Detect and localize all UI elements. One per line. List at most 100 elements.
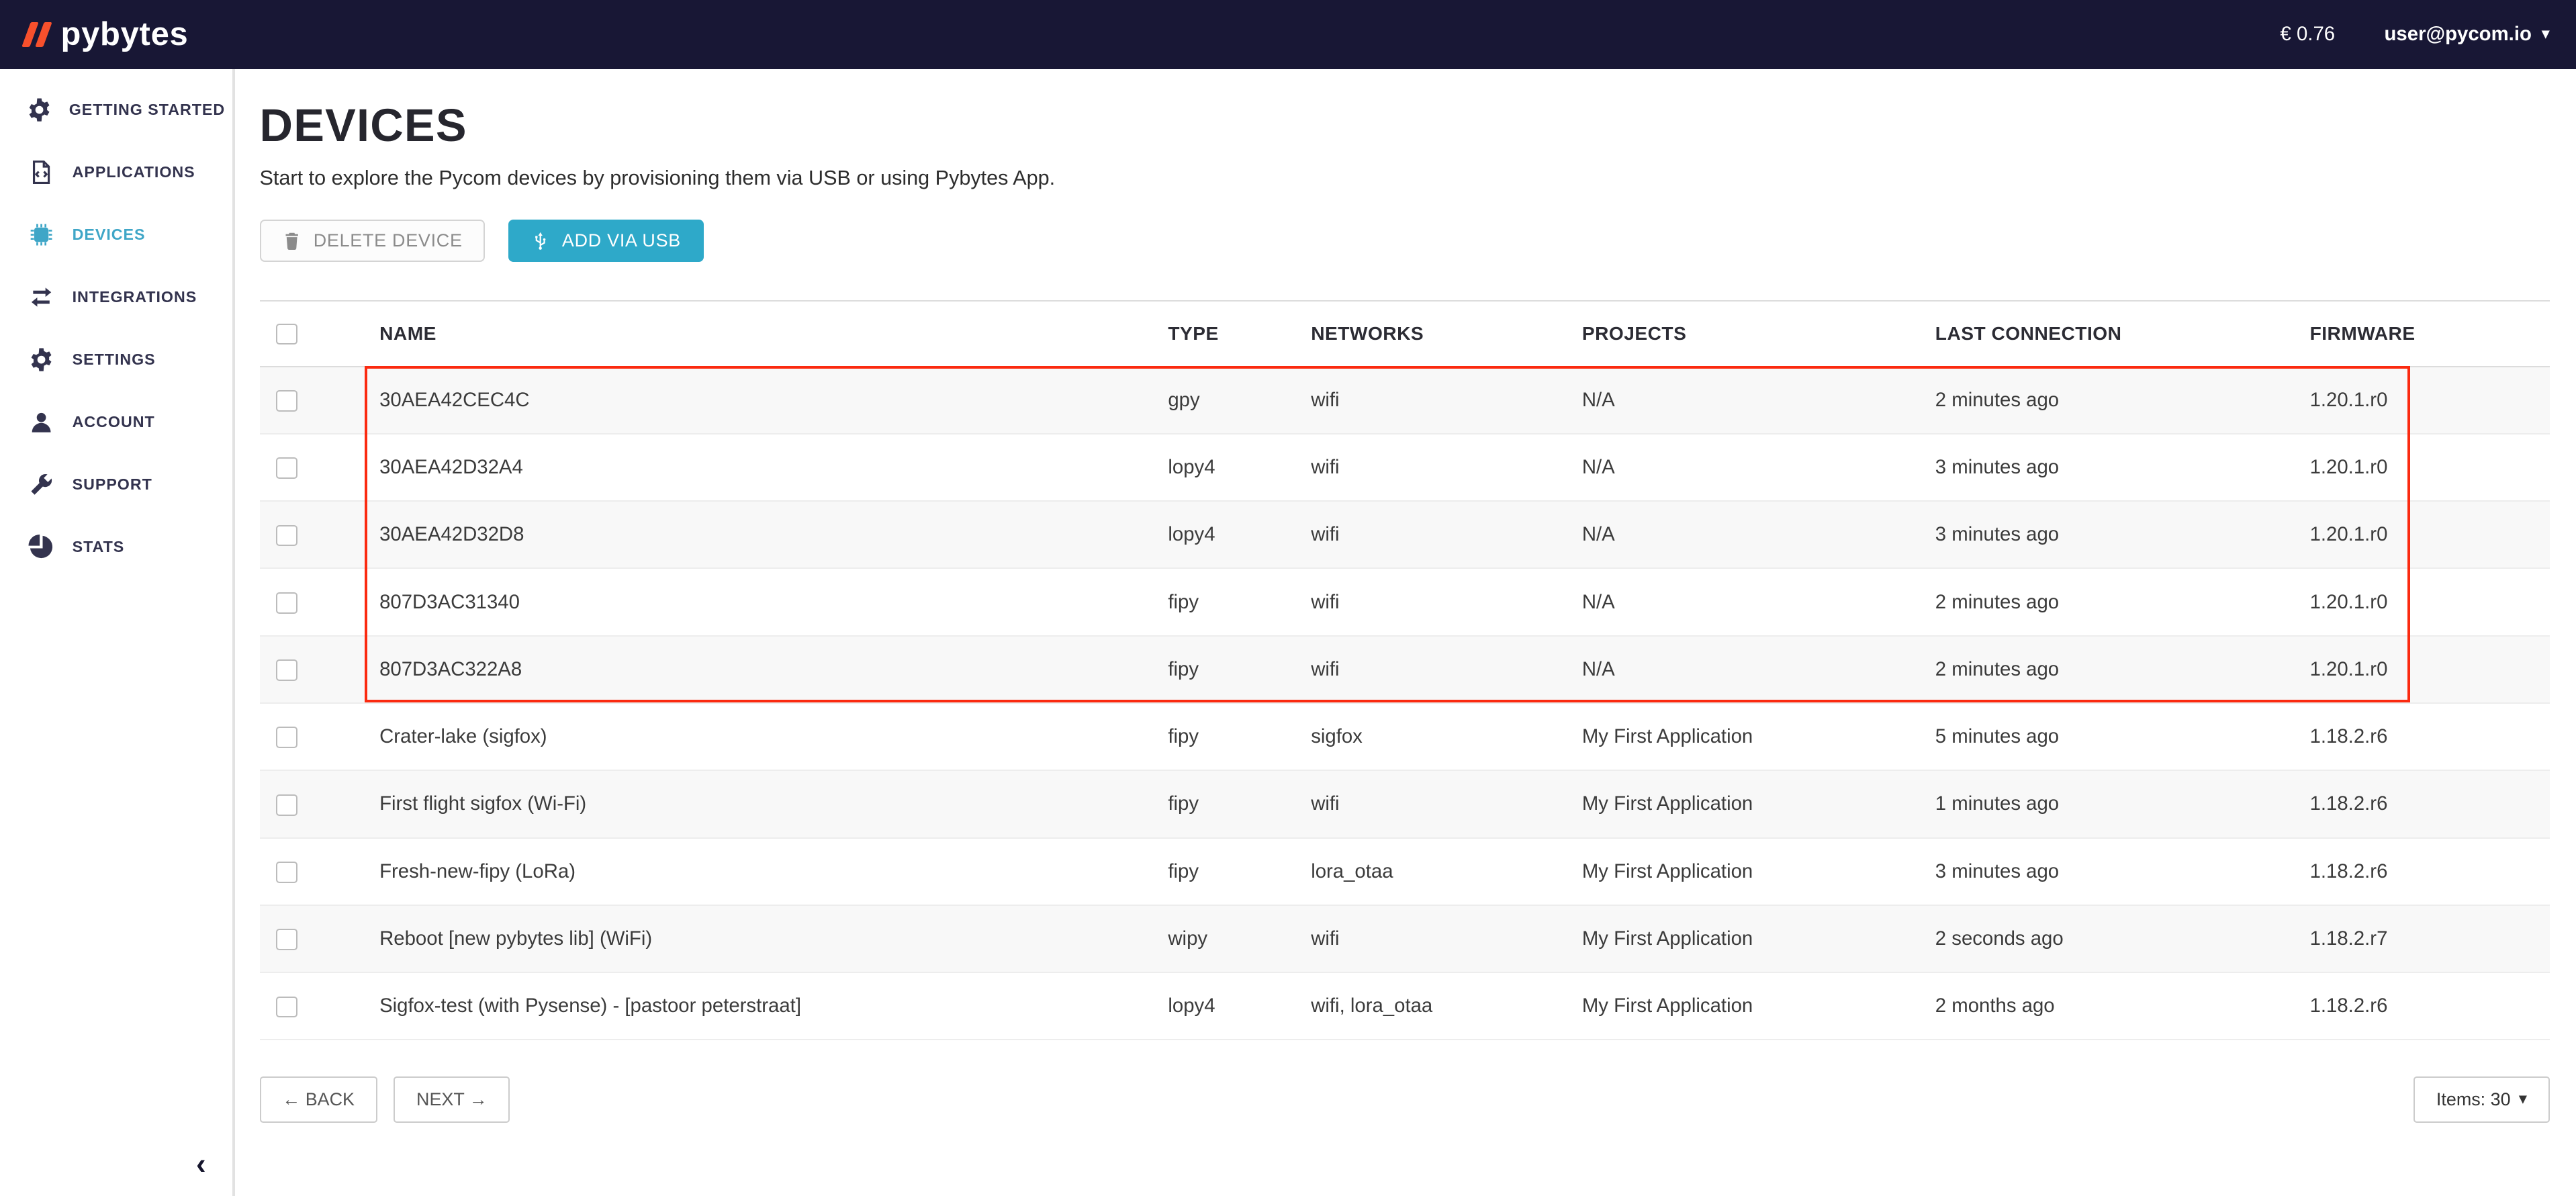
- cog-icon: [26, 97, 52, 123]
- row-checkbox[interactable]: [276, 794, 297, 816]
- device-networks: wifi: [1298, 905, 1569, 972]
- device-firmware: 1.18.2.r6: [2297, 703, 2550, 770]
- device-last-connection: 1 minutes ago: [1922, 770, 2297, 837]
- device-projects: N/A: [1569, 434, 1922, 501]
- sidebar-item-getting-started[interactable]: GETTING STARTED: [0, 79, 232, 141]
- device-firmware: 1.20.1.r0: [2297, 501, 2550, 568]
- device-type: lopy4: [1155, 972, 1298, 1040]
- table-row[interactable]: Crater-lake (sigfox) fipy sigfox My Firs…: [260, 703, 2550, 770]
- row-checkbox[interactable]: [276, 862, 297, 883]
- sidebar-nav: GETTING STARTED APPLICATIONS DEVICES INT…: [0, 79, 232, 578]
- device-firmware: 1.20.1.r0: [2297, 568, 2550, 635]
- sidebar-item-stats[interactable]: STATS: [0, 516, 232, 578]
- pie-chart-icon: [26, 534, 56, 560]
- toolbar: DELETE DEVICE ADD VIA USB: [260, 220, 2550, 263]
- table-row[interactable]: 807D3AC31340 fipy wifi N/A 2 minutes ago…: [260, 568, 2550, 635]
- device-projects: N/A: [1569, 501, 1922, 568]
- delete-device-button[interactable]: DELETE DEVICE: [260, 220, 486, 263]
- device-type: wipy: [1155, 905, 1298, 972]
- device-type: lopy4: [1155, 501, 1298, 568]
- sidebar-collapse-icon[interactable]: ‹: [196, 1150, 206, 1179]
- column-header-last-connection: LAST CONNECTION: [1922, 301, 2297, 367]
- table-row[interactable]: 30AEA42CEC4C gpy wifi N/A 2 minutes ago …: [260, 367, 2550, 434]
- column-header-name: NAME: [367, 301, 1155, 367]
- sidebar-item-account[interactable]: ACCOUNT: [0, 391, 232, 453]
- device-projects: My First Application: [1569, 703, 1922, 770]
- device-networks: wifi: [1298, 367, 1569, 434]
- table-row[interactable]: 30AEA42D32D8 lopy4 wifi N/A 3 minutes ag…: [260, 501, 2550, 568]
- back-button[interactable]: ← BACK: [260, 1076, 377, 1122]
- device-last-connection: 3 minutes ago: [1922, 501, 2297, 568]
- row-checkbox[interactable]: [276, 659, 297, 681]
- device-firmware: 1.18.2.r7: [2297, 905, 2550, 972]
- column-header-networks: NETWORKS: [1298, 301, 1569, 367]
- table-row[interactable]: Reboot [new pybytes lib] (WiFi) wipy wif…: [260, 905, 2550, 972]
- user-icon: [26, 409, 56, 435]
- row-checkbox[interactable]: [276, 592, 297, 614]
- device-firmware: 1.20.1.r0: [2297, 636, 2550, 703]
- device-networks: wifi: [1298, 568, 1569, 635]
- row-checkbox[interactable]: [276, 390, 297, 412]
- device-last-connection: 2 minutes ago: [1922, 636, 2297, 703]
- row-checkbox[interactable]: [276, 929, 297, 950]
- items-per-page-dropdown[interactable]: Items: 30 ▾: [2413, 1076, 2550, 1122]
- device-type: gpy: [1155, 367, 1298, 434]
- row-checkbox[interactable]: [276, 457, 297, 479]
- sidebar-item-support[interactable]: SUPPORT: [0, 453, 232, 516]
- table-row[interactable]: Fresh-new-fipy (LoRa) fipy lora_otaa My …: [260, 838, 2550, 905]
- brand-logo[interactable]: pybytes: [26, 15, 188, 53]
- device-last-connection: 2 minutes ago: [1922, 367, 2297, 434]
- sidebar-item-applications[interactable]: APPLICATIONS: [0, 141, 232, 203]
- device-networks: wifi: [1298, 501, 1569, 568]
- row-checkbox[interactable]: [276, 727, 297, 748]
- device-name: Crater-lake (sigfox): [367, 703, 1155, 770]
- device-table-body: 30AEA42CEC4C gpy wifi N/A 2 minutes ago …: [260, 367, 2550, 1040]
- select-all-checkbox[interactable]: [276, 324, 297, 345]
- column-header-type: TYPE: [1155, 301, 1298, 367]
- user-email: user@pycom.io: [2385, 23, 2532, 46]
- table-row[interactable]: First flight sigfox (Wi-Fi) fipy wifi My…: [260, 770, 2550, 837]
- device-firmware: 1.18.2.r6: [2297, 838, 2550, 905]
- row-checkbox[interactable]: [276, 997, 297, 1018]
- device-networks: wifi: [1298, 770, 1569, 837]
- device-name: First flight sigfox (Wi-Fi): [367, 770, 1155, 837]
- sidebar-item-devices[interactable]: DEVICES: [0, 203, 232, 266]
- device-networks: lora_otaa: [1298, 838, 1569, 905]
- device-last-connection: 2 seconds ago: [1922, 905, 2297, 972]
- column-header-firmware: FIRMWARE: [2297, 301, 2550, 367]
- device-type: fipy: [1155, 770, 1298, 837]
- next-button[interactable]: NEXT →: [394, 1076, 510, 1122]
- arrows-icon: [26, 284, 56, 310]
- device-projects: My First Application: [1569, 972, 1922, 1040]
- usb-icon: [531, 231, 550, 250]
- device-projects: My First Application: [1569, 905, 1922, 972]
- device-table: NAME TYPE NETWORKS PROJECTS LAST CONNECT…: [260, 300, 2550, 1041]
- device-name: 807D3AC322A8: [367, 636, 1155, 703]
- device-last-connection: 3 minutes ago: [1922, 838, 2297, 905]
- table-row[interactable]: 807D3AC322A8 fipy wifi N/A 2 minutes ago…: [260, 636, 2550, 703]
- add-via-usb-button[interactable]: ADD VIA USB: [508, 220, 704, 263]
- device-projects: N/A: [1569, 367, 1922, 434]
- table-row[interactable]: 30AEA42D32A4 lopy4 wifi N/A 3 minutes ag…: [260, 434, 2550, 501]
- table-row[interactable]: Sigfox-test (with Pysense) - [pastoor pe…: [260, 972, 2550, 1040]
- device-last-connection: 2 minutes ago: [1922, 568, 2297, 635]
- sidebar-item-settings[interactable]: SETTINGS: [0, 328, 232, 391]
- device-last-connection: 3 minutes ago: [1922, 434, 2297, 501]
- sidebar-item-integrations[interactable]: INTEGRATIONS: [0, 266, 232, 328]
- pagination: ← BACK NEXT → Items: 30 ▾: [260, 1076, 2550, 1155]
- device-networks: sigfox: [1298, 703, 1569, 770]
- brand-name: pybytes: [60, 15, 188, 53]
- device-networks: wifi, lora_otaa: [1298, 972, 1569, 1040]
- device-firmware: 1.20.1.r0: [2297, 434, 2550, 501]
- row-checkbox[interactable]: [276, 525, 297, 547]
- device-name: 30AEA42D32A4: [367, 434, 1155, 501]
- device-networks: wifi: [1298, 434, 1569, 501]
- device-name: 30AEA42CEC4C: [367, 367, 1155, 434]
- device-networks: wifi: [1298, 636, 1569, 703]
- device-firmware: 1.18.2.r6: [2297, 770, 2550, 837]
- device-name: Sigfox-test (with Pysense) - [pastoor pe…: [367, 972, 1155, 1040]
- main-content: DEVICES Start to explore the Pycom devic…: [235, 69, 2576, 1196]
- sidebar: GETTING STARTED APPLICATIONS DEVICES INT…: [0, 69, 235, 1196]
- device-name: Reboot [new pybytes lib] (WiFi): [367, 905, 1155, 972]
- user-menu[interactable]: user@pycom.io ▾: [2385, 23, 2550, 46]
